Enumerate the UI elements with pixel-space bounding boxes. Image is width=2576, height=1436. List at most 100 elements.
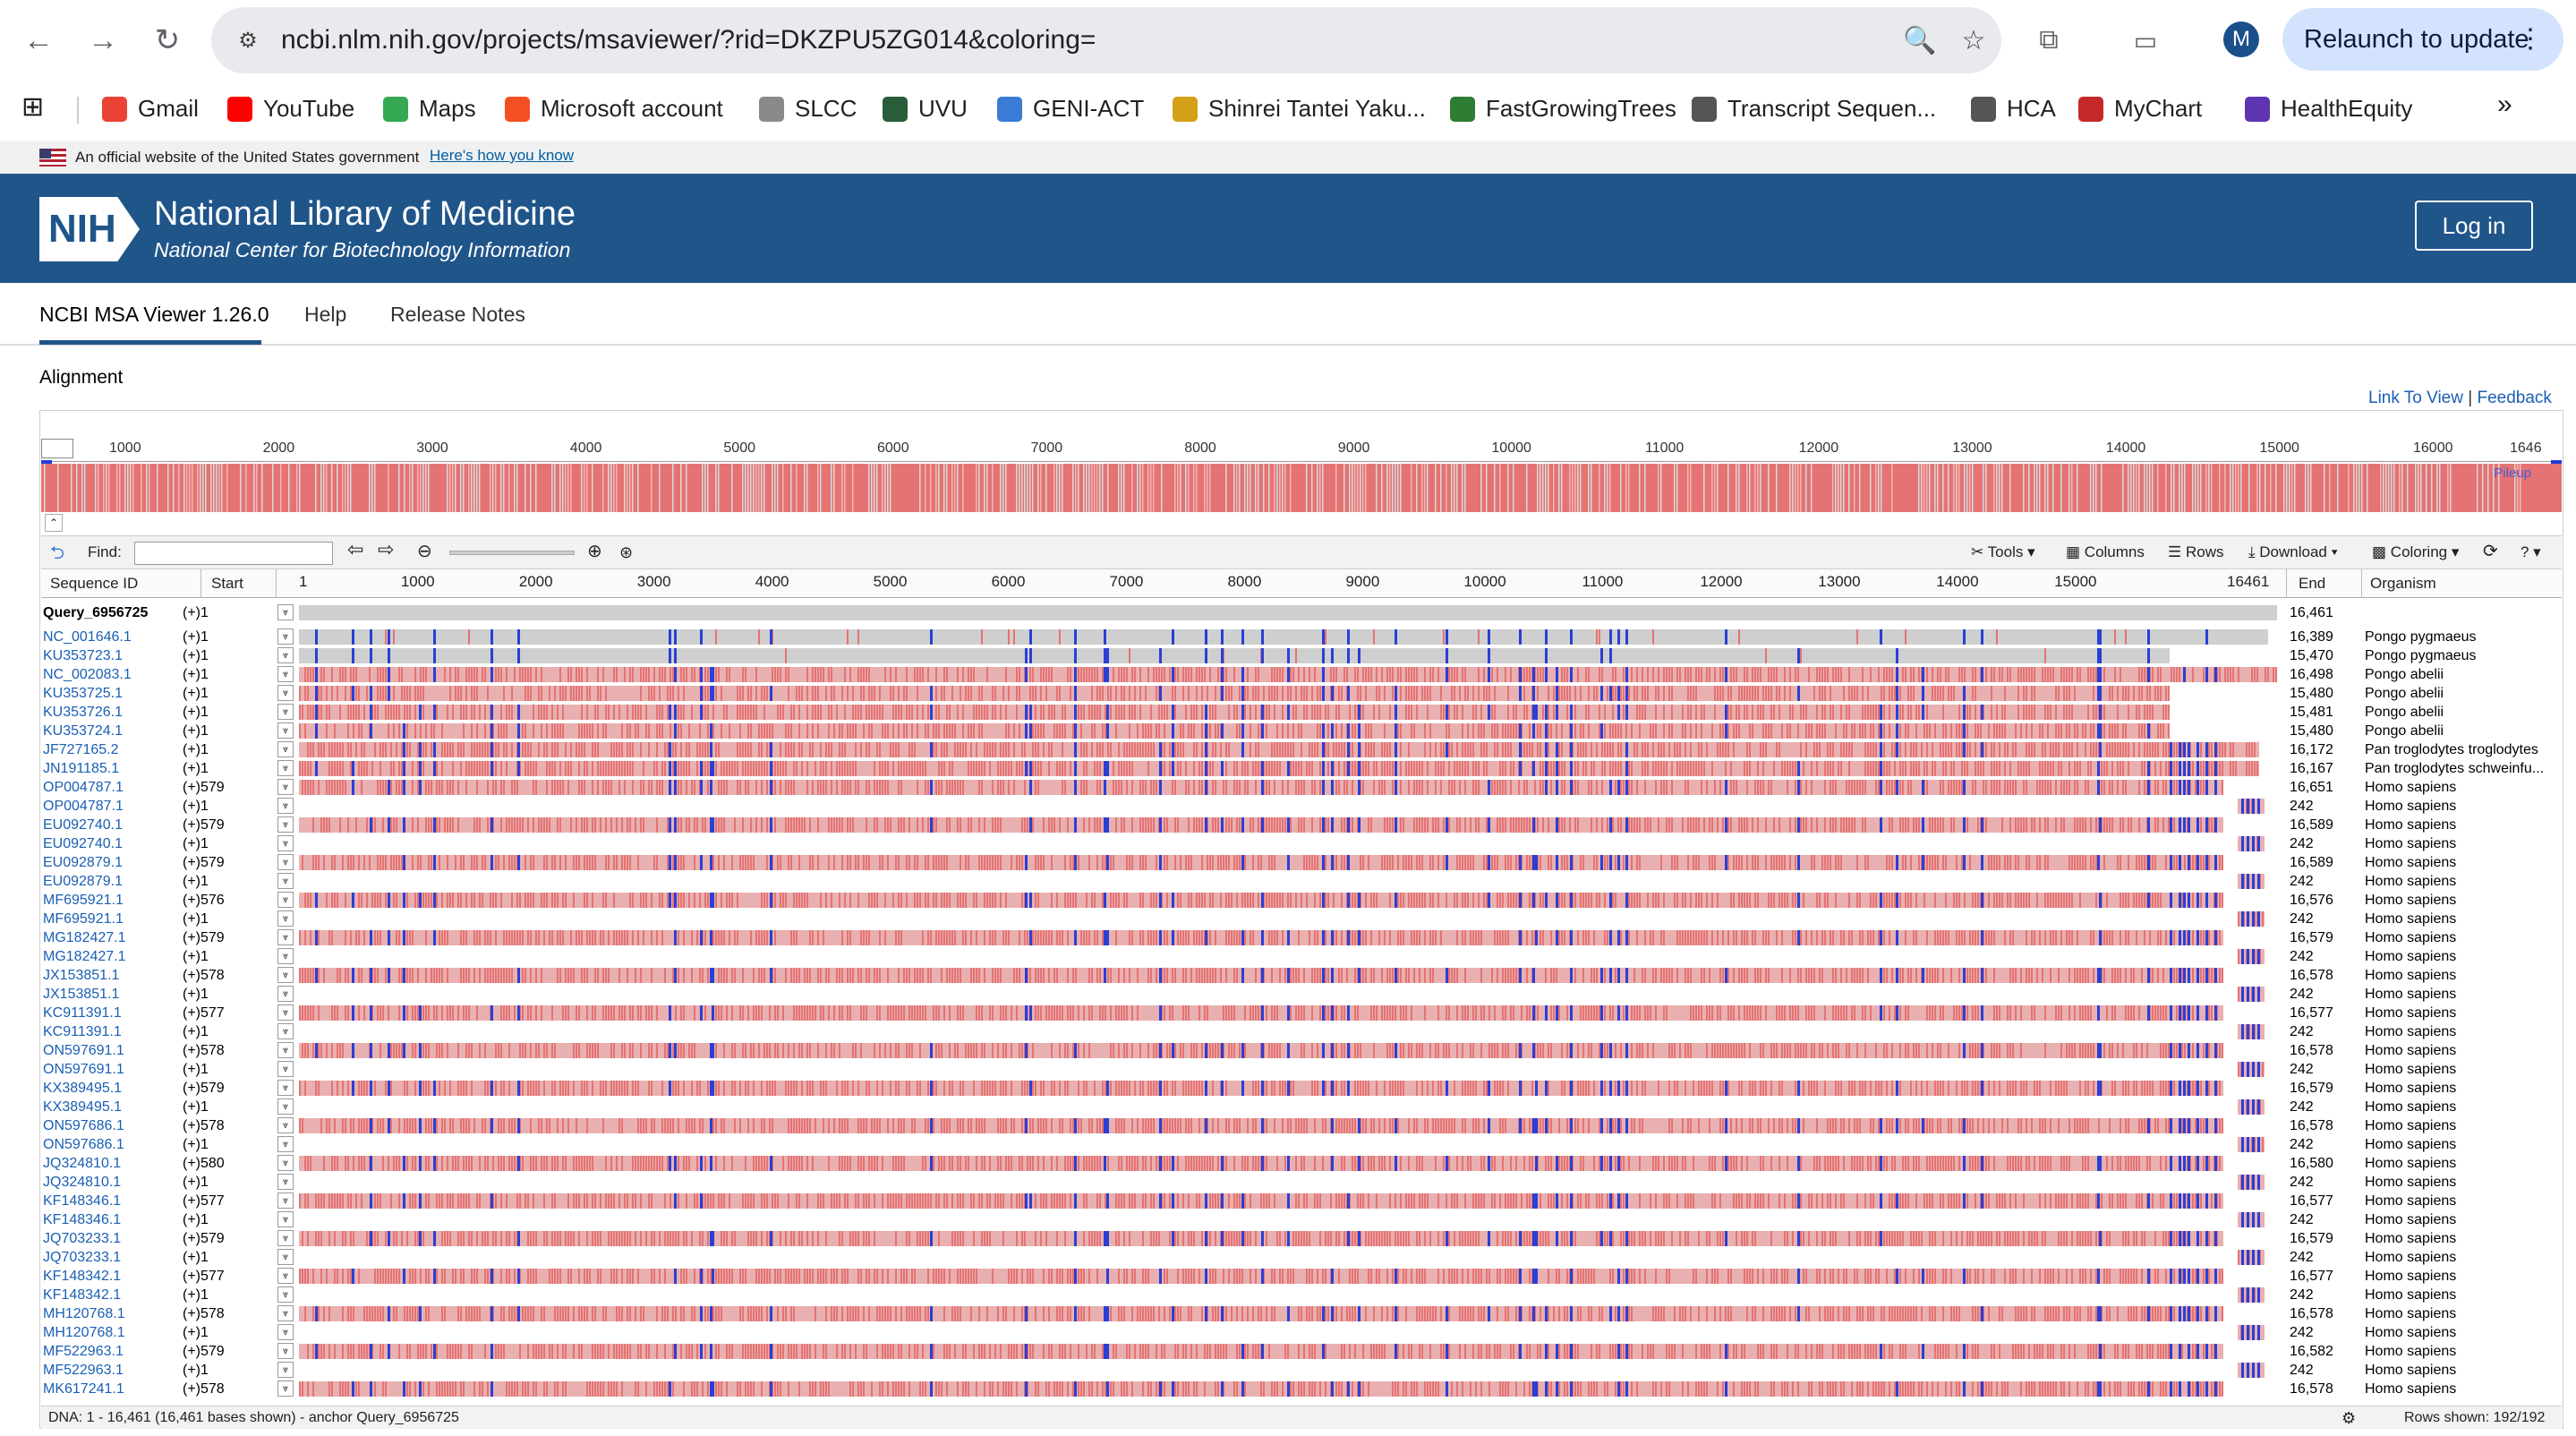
bookmark-healthequity[interactable]: HealthEquity: [2245, 95, 2412, 123]
forward-icon[interactable]: →: [79, 16, 127, 64]
find-next-icon[interactable]: ⇨: [378, 538, 394, 561]
alignment-track[interactable]: [299, 629, 2286, 645]
row-menu-chevron-icon[interactable]: ⩔: [277, 666, 294, 682]
table-row[interactable]: NC_001646.1 (+)1 ⩔ 16,389 Pongo pygmaeus: [41, 628, 2562, 646]
table-row[interactable]: KU353723.1 (+)1 ⩔ 15,470 Pongo pygmaeus: [41, 646, 2562, 665]
magnify-icon[interactable]: ⊛: [619, 543, 633, 562]
bookmark-maps[interactable]: Maps: [383, 95, 476, 123]
col-organism[interactable]: Organism: [2370, 575, 2436, 593]
sequence-id-link[interactable]: OP004787.1: [43, 778, 124, 797]
alignment-track[interactable]: [299, 817, 2286, 833]
link-to-view[interactable]: Link To View: [2368, 389, 2463, 407]
sequence-id-link[interactable]: EU092879.1: [43, 853, 123, 872]
alignment-track[interactable]: [299, 780, 2286, 795]
sequence-id-link[interactable]: KU353724.1: [43, 722, 123, 740]
col-end[interactable]: End: [2299, 575, 2325, 593]
row-menu-chevron-icon[interactable]: ⩔: [277, 835, 294, 851]
row-menu-chevron-icon[interactable]: ⩔: [277, 722, 294, 739]
overview-graph[interactable]: Pileup: [41, 464, 2562, 512]
collapse-overview-icon[interactable]: ⌃: [45, 514, 63, 532]
table-row[interactable]: JN191185.1 (+)1 ⩔ 16,167 Pan troglodytes sch…: [41, 759, 2562, 778]
bookmark-microsoft-account[interactable]: Microsoft account: [505, 95, 723, 123]
overview-ruler[interactable]: 1000 2000 3000 4000 5000 6000 7000 8000 9000 1000…: [41, 435, 2562, 473]
relaunch-button[interactable]: Relaunch to update ⋮: [2282, 8, 2563, 71]
login-button[interactable]: Log in: [2415, 201, 2533, 251]
bookmark-gmail[interactable]: Gmail: [102, 95, 199, 123]
table-row[interactable]: OP004787.1 (+)1 ⩔ 242 Homo sapiens: [41, 797, 2562, 816]
apps-grid-icon[interactable]: ⊞: [21, 91, 44, 123]
overview-viewport-handle[interactable]: [41, 439, 73, 458]
tab-help[interactable]: Help: [304, 303, 346, 327]
table-row[interactable]: NC_002083.1 (+)1 ⩔ 16,498 Pongo abelii: [41, 665, 2562, 684]
bookmark-shinrei-tantei-yaku[interactable]: Shinrei Tantei Yaku...: [1173, 95, 1426, 123]
tab-release-notes[interactable]: Release Notes: [390, 303, 525, 327]
sequence-id-link[interactable]: OP004787.1: [43, 797, 124, 816]
alignment-track[interactable]: [299, 648, 2286, 663]
alignment-track[interactable]: [299, 761, 2286, 776]
sequence-id-link[interactable]: KU353726.1: [43, 703, 123, 722]
more-bookmarks-icon[interactable]: »: [2497, 90, 2512, 120]
extensions-icon[interactable]: ⧉: [2025, 16, 2073, 64]
row-menu-chevron-icon[interactable]: ⩔: [277, 628, 294, 645]
nih-logo[interactable]: NIH: [39, 197, 140, 261]
alignment-track[interactable]: [299, 799, 2286, 814]
alignment-track[interactable]: [299, 605, 2286, 620]
url-text[interactable]: ncbi.nlm.nih.gov/projects/msaviewer/?rid…: [281, 25, 1096, 56]
table-row[interactable]: KU353725.1 (+)1 ⩔ 15,480 Pongo abelii: [41, 684, 2562, 703]
alignment-track[interactable]: [299, 855, 2286, 870]
zoom-out-icon[interactable]: ⊖: [417, 540, 432, 562]
sequence-id-link[interactable]: KU353725.1: [43, 684, 123, 703]
col-start[interactable]: Start: [211, 575, 243, 593]
refresh-icon[interactable]: ⟳: [2483, 540, 2498, 562]
table-row[interactable]: EU092879.1 (+)579 ⩔ 16,589 Homo sapiens: [41, 853, 2562, 872]
sequence-id-link[interactable]: NC_001646.1: [43, 628, 132, 646]
help-icon[interactable]: ? ▾: [2521, 543, 2541, 561]
row-menu-chevron-icon[interactable]: ⩔: [277, 854, 294, 870]
query-sequence-id[interactable]: Query_6956725: [43, 603, 148, 622]
tab-msa-viewer[interactable]: NCBI MSA Viewer 1.26.0: [39, 303, 269, 327]
table-row[interactable]: OP004787.1 (+)579 ⩔ 16,651 Homo sapiens: [41, 778, 2562, 797]
col-sequence-id[interactable]: Sequence ID: [50, 575, 138, 593]
bookmark-uvu[interactable]: UVU: [883, 95, 968, 123]
coloring-menu[interactable]: ▩ Coloring ▾: [2372, 543, 2459, 561]
tools-menu[interactable]: ✂ Tools ▾: [1971, 543, 2035, 561]
bookmark-transcript-sequen[interactable]: Transcript Sequen...: [1692, 95, 1936, 123]
row-menu-chevron-icon[interactable]: ⩔: [277, 685, 294, 701]
bookmark-mychart[interactable]: MyChart: [2078, 95, 2202, 123]
row-menu-chevron-icon[interactable]: ⩔: [277, 779, 294, 795]
table-row[interactable]: EU092740.1 (+)1 ⩔ 242 Homo sapiens: [41, 834, 2562, 853]
alignment-track[interactable]: [299, 667, 2286, 682]
sequence-id-link[interactable]: JN191185.1: [43, 759, 119, 778]
download-menu[interactable]: ⤓ Download ▾: [2248, 543, 2338, 561]
reload-icon[interactable]: ↻: [143, 16, 192, 64]
zoom-icon[interactable]: 🔍: [1903, 23, 1937, 57]
alignment-track[interactable]: [299, 705, 2286, 720]
zoom-slider[interactable]: [449, 551, 575, 555]
row-menu-chevron-icon[interactable]: ⩔: [277, 798, 294, 814]
row-menu-chevron-icon[interactable]: ⩔: [277, 704, 294, 720]
columns-menu[interactable]: ▦ Columns: [2066, 543, 2145, 561]
table-row[interactable]: EU092740.1 (+)579 ⩔ 16,589 Homo sapiens: [41, 816, 2562, 834]
rows-menu[interactable]: ☰ Rows: [2168, 543, 2223, 561]
bookmark-star-icon[interactable]: ☆: [1957, 23, 1991, 57]
back-icon[interactable]: ←: [14, 16, 63, 64]
site-title[interactable]: National Library of Medicine: [154, 195, 576, 234]
sequence-id-link[interactable]: EU092740.1: [43, 816, 123, 834]
zoom-in-icon[interactable]: ⊕: [587, 540, 602, 562]
gov-banner-link[interactable]: Here's how you know: [430, 147, 574, 165]
row-menu-chevron-icon[interactable]: ⩔: [277, 604, 294, 620]
row-menu-chevron-icon[interactable]: ⩔: [277, 760, 294, 776]
sequence-id-link[interactable]: KU353723.1: [43, 646, 123, 665]
bookmark-fastgrowingtrees[interactable]: FastGrowingTrees: [1450, 95, 1676, 123]
find-input[interactable]: [134, 542, 333, 565]
bookmark-geni-act[interactable]: GENI-ACT: [997, 95, 1144, 123]
undo-icon[interactable]: ⮌: [50, 540, 64, 570]
bookmark-youtube[interactable]: YouTube: [227, 95, 354, 123]
site-info-icon[interactable]: ⚙: [231, 23, 265, 57]
more-menu-icon[interactable]: ⋮: [2517, 8, 2544, 71]
find-prev-icon[interactable]: ⇦: [347, 538, 363, 561]
row-menu-chevron-icon[interactable]: ⩔: [277, 816, 294, 833]
row-menu-chevron-icon[interactable]: ⩔: [277, 741, 294, 757]
table-row[interactable]: KU353724.1 (+)1 ⩔ 15,480 Pongo abelii: [41, 722, 2562, 740]
sequence-id-link[interactable]: NC_002083.1: [43, 665, 132, 684]
